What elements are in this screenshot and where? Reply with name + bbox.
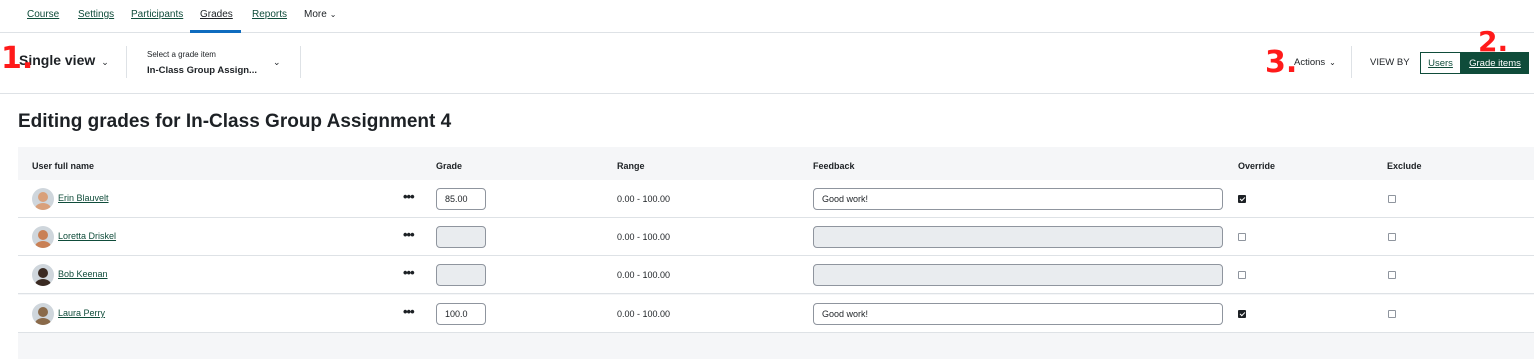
exclude-checkbox[interactable] [1388,233,1396,241]
header-feedback: Feedback [813,161,855,171]
avatar [32,303,54,325]
table-header: User full name Grade Range Feedback Over… [18,147,1534,180]
header-user: User full name [32,161,95,171]
grade-range: 0.00 - 100.00 [617,309,671,319]
table-row: Loretta Driskel ••• 0.00 - 100.00 [18,218,1534,256]
tab-more-label: More [304,9,327,20]
page-title: Editing grades for In-Class Group Assign… [18,111,452,132]
annotation-1: 1. [1,41,34,76]
grade-range: 0.00 - 100.00 [617,270,671,280]
actions-label: Actions [1294,57,1326,68]
avatar [32,226,54,248]
chevron-down-icon[interactable]: ⌄ [273,57,281,68]
grade-range: 0.00 - 100.00 [617,194,671,204]
user-name-link[interactable]: Laura Perry [58,308,105,318]
chevron-down-icon: ⌄ [329,10,337,19]
avatar [32,264,54,286]
feedback-input[interactable] [813,226,1223,248]
row-actions-icon[interactable]: ••• [403,304,415,319]
divider [300,46,301,78]
grade-input[interactable]: 100.0 [436,303,486,325]
row-actions-icon[interactable]: ••• [403,227,415,242]
feedback-input[interactable]: Good work! [813,188,1223,210]
header-grade: Grade [436,161,463,171]
override-checkbox[interactable] [1238,271,1246,279]
feedback-input[interactable]: Good work! [813,303,1223,325]
tab-settings[interactable]: Settings [78,9,114,20]
header-exclude: Exclude [1387,161,1422,171]
header-range: Range [617,161,645,171]
grade-input[interactable] [436,264,486,286]
table-row: Laura Perry ••• 100.0 0.00 - 100.00 Good wor… [18,295,1534,333]
user-name-link[interactable]: Erin Blauvelt [58,193,109,203]
grades-table: User full name Grade Range Feedback Over… [18,147,1534,359]
user-name-link[interactable]: Loretta Driskel [58,231,116,241]
annotation-3: 3. [1265,45,1298,80]
avatar [32,188,54,210]
view-by-label: VIEW BY [1370,57,1410,68]
table-row: Erin Blauvelt ••• 85.00 0.00 - 100.00 Good w… [18,180,1534,218]
tab-grades[interactable]: Grades [200,9,233,20]
tab-more[interactable]: More ⌄ [304,9,337,20]
grade-input[interactable] [436,226,486,248]
exclude-checkbox[interactable] [1388,195,1396,203]
course-nav: Course Settings Participants Grades Repo… [0,0,1534,33]
tab-participants[interactable]: Participants [131,9,183,20]
grade-item-selector[interactable]: In-Class Group Assign... [147,65,257,76]
row-actions-icon[interactable]: ••• [403,189,415,204]
row-actions-icon[interactable]: ••• [403,265,415,280]
chevron-down-icon: ⌄ [1329,58,1336,67]
feedback-input[interactable] [813,264,1223,286]
override-checkbox[interactable] [1238,310,1246,318]
view-users-button[interactable]: Users [1420,52,1461,74]
table-row: Bob Keenan ••• 0.00 - 100.00 [18,256,1534,294]
exclude-checkbox[interactable] [1388,271,1396,279]
grade-input[interactable]: 85.00 [436,188,486,210]
tab-reports[interactable]: Reports [252,9,287,20]
override-checkbox[interactable] [1238,195,1246,203]
override-checkbox[interactable] [1238,233,1246,241]
user-name-link[interactable]: Bob Keenan [58,269,108,279]
annotation-2: 2. [1478,25,1509,58]
tab-course[interactable]: Course [27,9,59,20]
exclude-checkbox[interactable] [1388,310,1396,318]
divider [126,46,127,78]
divider [1351,46,1352,78]
grade-range: 0.00 - 100.00 [617,232,671,242]
header-override: Override [1238,161,1276,171]
chevron-down-icon: ⌄ [101,57,109,67]
grade-toolbar: Single view ⌄ Select a grade item In-Clas… [0,33,1534,94]
actions-menu[interactable]: Actions ⌄ [1294,57,1336,68]
grade-item-label: Select a grade item [147,50,216,59]
